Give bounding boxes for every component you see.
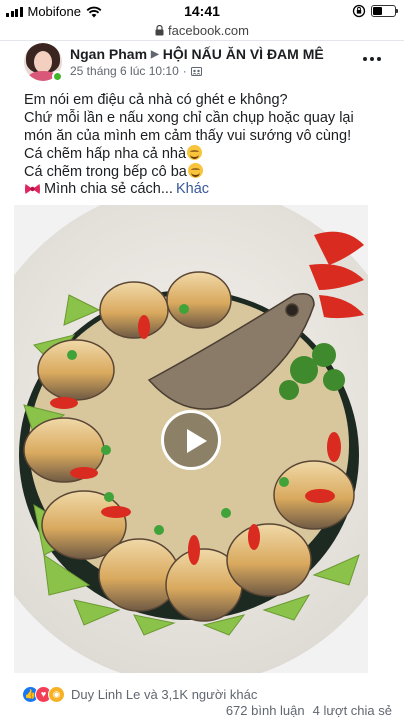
post-text: Em nói em điệu cả nhà có ghét e không? C…	[24, 91, 394, 181]
post-meta: 25 tháng 6 lúc 10:10 ·	[70, 64, 202, 78]
post-text-line-emoji: Cá chẽm hấp nha cả nhà	[24, 145, 394, 163]
arrow-right-icon: ▶	[151, 48, 159, 60]
reaction-icons: 👍 ♥ ◉	[22, 685, 65, 703]
url-text: facebook.com	[168, 22, 249, 38]
battery-icon	[371, 5, 398, 17]
see-more-link[interactable]: Khác	[176, 181, 209, 197]
reaction-count: Duy Linh Le và 3,1K người khác	[71, 686, 258, 702]
post-text-line: Cá chẽm trong bếp cô ba	[24, 164, 187, 180]
smiling-face-emoji-icon	[187, 145, 203, 160]
rotation-lock-icon	[352, 4, 366, 18]
group-privacy-icon	[190, 66, 202, 76]
address-bar[interactable]: facebook.com	[0, 20, 404, 40]
post-text-line-emoji: Cá chẽm trong bếp cô ba	[24, 163, 394, 181]
meta-separator: ·	[182, 64, 187, 78]
post-text-line: Cá chẽm hấp nha cả nhà	[24, 146, 187, 162]
status-bar: Mobifone 14:41	[0, 0, 404, 22]
status-right	[352, 4, 398, 18]
author-avatar[interactable]	[24, 43, 63, 82]
share-text: Mình chia sẻ cách...	[44, 181, 173, 197]
post-text-line: Em nói em điệu cả nhà có ghét e không?	[24, 92, 288, 108]
battery-fill	[373, 7, 382, 15]
post-video[interactable]	[14, 205, 368, 673]
post-text-line: món ăn của mình em cảm thấy vui sướng vô…	[24, 128, 352, 144]
reactions-summary[interactable]: 👍 ♥ ◉ Duy Linh Le và 3,1K người khác	[22, 685, 257, 703]
comment-count[interactable]: 672 bình luận	[226, 703, 305, 718]
author-line: Ngan Pham ▶ HỘI NẤU ĂN VÌ ĐAM MÊ	[70, 46, 324, 62]
ribbon-bow-icon	[25, 184, 40, 194]
post-header: Ngan Pham ▶ HỘI NẤU ĂN VÌ ĐAM MÊ 25 thán…	[0, 40, 404, 84]
share-count[interactable]: 4 lượt chia sẻ	[313, 703, 392, 718]
post-text-line: Chứ mỗi lần e nấu xong chỉ cần chụp hoặc…	[24, 110, 354, 126]
status-time: 14:41	[184, 3, 220, 19]
play-icon[interactable]	[161, 410, 221, 470]
post-options-button[interactable]	[360, 52, 384, 66]
smiling-face-emoji-icon	[187, 163, 203, 178]
engagement-stats: 672 bình luận 4 lượt chia sẻ	[226, 703, 392, 718]
lock-icon	[155, 24, 164, 35]
share-line: Mình chia sẻ cách... Khác	[24, 181, 209, 197]
author-name[interactable]: Ngan Pham	[70, 46, 147, 62]
group-name[interactable]: HỘI NẤU ĂN VÌ ĐAM MÊ	[163, 46, 324, 62]
online-status-dot	[52, 71, 63, 82]
wow-reaction-icon: ◉	[48, 685, 65, 703]
post-timestamp[interactable]: 25 tháng 6 lúc 10:10	[70, 64, 179, 78]
